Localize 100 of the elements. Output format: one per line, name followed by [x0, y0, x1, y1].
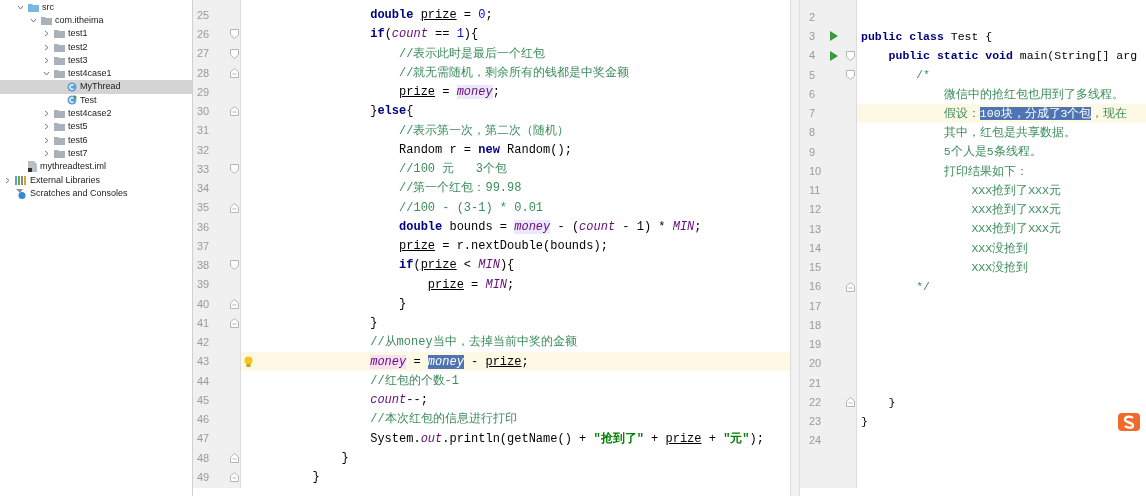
tree-item[interactable]: External Libraries [0, 173, 192, 187]
tree-item[interactable]: test4case2 [0, 106, 192, 121]
code-line: //从money当中，去掉当前中奖的金额 [370, 334, 577, 352]
line-number: 33 [196, 161, 211, 177]
line-number: 18 [808, 317, 823, 333]
code-line: public class Test { [861, 28, 993, 45]
folder-icon [28, 2, 39, 12]
code-line: 5个人是5条线程。 [943, 144, 1042, 161]
run-icon[interactable] [829, 50, 838, 61]
tree-item[interactable]: Test [0, 93, 192, 107]
line-number: 25 [196, 7, 211, 23]
code-line: 打印结果如下： [943, 163, 1028, 180]
line-number: 48 [196, 450, 211, 466]
code-line: //就无需随机，剩余所有的钱都是中奖金额 [399, 64, 630, 82]
line-number: 47 [196, 431, 211, 447]
line-number: 45 [196, 392, 211, 408]
line-number: 38 [196, 258, 211, 274]
tree-item[interactable]: test5 [0, 120, 192, 134]
line-number: 27 [196, 46, 211, 62]
line-number: 14 [808, 240, 823, 256]
code-line: //表示此时是最后一个红包 [399, 45, 546, 63]
tree-item[interactable]: MyThread [0, 80, 192, 94]
line-number: 22 [808, 394, 823, 410]
tree-item[interactable]: test2 [0, 40, 192, 54]
line-number: 46 [196, 412, 211, 428]
code-line: XXX抢到了XXX元 [971, 202, 1061, 218]
code-line: XXX抢到了XXX元 [971, 221, 1061, 238]
line-number: 5 [808, 67, 817, 83]
line-number: 16 [808, 279, 823, 295]
tree-item[interactable]: test4case1 [0, 67, 192, 81]
code-line: } [861, 413, 868, 430]
line-number: 29 [196, 84, 211, 100]
code-line: double bounds = money - (count - 1) * MIN; [399, 218, 702, 236]
tree-item[interactable]: test1 [0, 27, 192, 41]
scratch-icon [15, 187, 27, 199]
code-line: XXX没抢到 [971, 259, 1029, 276]
tree-item[interactable]: test7 [0, 146, 192, 161]
fold-marker-icon[interactable] [846, 69, 856, 80]
line-number: 8 [808, 125, 817, 141]
code-line: */ [916, 279, 931, 295]
line-number: 32 [196, 142, 211, 158]
chevron-down-icon[interactable] [42, 70, 50, 78]
code-line: count--; [370, 392, 428, 410]
fold-marker-icon[interactable] [230, 202, 239, 213]
fold-marker-icon[interactable] [230, 48, 239, 59]
line-number: 26 [196, 27, 211, 43]
fold-marker-icon[interactable] [846, 50, 856, 61]
line-number: 49 [196, 469, 211, 485]
code-line: //100 - (3-1) * 0.01 [399, 199, 544, 217]
line-number: 24 [808, 433, 823, 449]
line-number: 10 [808, 163, 823, 179]
line-number: 36 [196, 219, 211, 235]
code-line: //100 元 3个包 [399, 161, 508, 179]
chevron-right-icon[interactable] [3, 176, 11, 184]
line-number: 3 [808, 29, 817, 45]
line-number: 19 [808, 337, 823, 353]
line-number: 44 [196, 373, 211, 389]
run-icon[interactable] [829, 31, 838, 42]
line-number: 7 [808, 106, 817, 122]
tree-item[interactable]: src [0, 0, 192, 14]
line-number: 37 [196, 238, 211, 254]
tree-item[interactable]: mythreadtest.iml [0, 160, 192, 174]
ime-icon[interactable] [1118, 413, 1140, 431]
tree-item[interactable]: com.itheima [0, 13, 192, 28]
fold-marker-icon[interactable] [230, 106, 239, 117]
line-number: 30 [196, 104, 211, 120]
fold-marker-icon[interactable] [846, 397, 856, 408]
fold-marker-icon[interactable] [846, 281, 856, 292]
line-number: 34 [196, 181, 211, 197]
line-number: 15 [808, 260, 823, 276]
code-line: //第一个红包：99.98 [399, 180, 522, 198]
fold-marker-icon[interactable] [230, 472, 239, 483]
fold-marker-icon[interactable] [230, 67, 239, 78]
code-line: } [888, 394, 896, 411]
line-number: 13 [808, 221, 823, 237]
tree-item[interactable]: test3 [0, 53, 192, 67]
code-line: System.out.println(getName() + "抢到了" + prize + "元"); [370, 430, 764, 448]
fold-marker-icon[interactable] [230, 452, 239, 463]
fold-marker-icon[interactable] [230, 298, 239, 309]
line-number: 41 [196, 315, 211, 331]
class-icon [67, 81, 77, 92]
code-line: prize = money; [399, 84, 500, 102]
folder-icon [54, 122, 65, 132]
tree-item[interactable]: test6 [0, 133, 192, 147]
library-icon [15, 175, 27, 185]
fold-marker-icon[interactable] [230, 29, 239, 40]
code-line: XXX抢到了XXX元 [971, 182, 1061, 199]
fold-marker-icon[interactable] [230, 164, 239, 175]
tree-item[interactable]: Scratches and Consoles [0, 186, 192, 200]
folder-icon [54, 55, 65, 65]
class-icon [67, 95, 77, 106]
fold-marker-icon[interactable] [230, 318, 239, 329]
code-line: if(prize < MIN){ [399, 257, 515, 275]
folder-icon [54, 148, 65, 158]
code-line: if(count == 1){ [370, 26, 479, 44]
fold-marker-icon[interactable] [230, 260, 239, 271]
line-number: 28 [196, 65, 211, 81]
code-line: //红包的个数-1 [370, 372, 460, 390]
lightbulb-icon[interactable] [243, 355, 253, 368]
code-line: } [312, 469, 320, 487]
